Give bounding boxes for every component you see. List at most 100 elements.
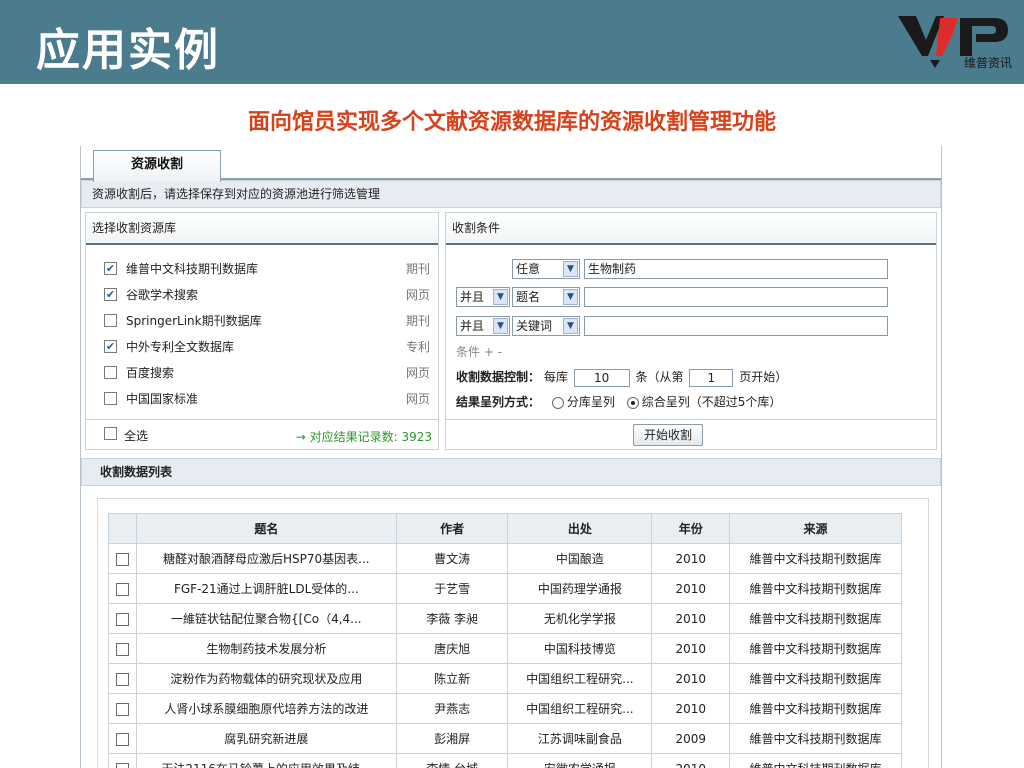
select-all-checkbox[interactable] [104, 427, 117, 440]
database-item[interactable]: 中国国家标准 网页 [104, 389, 430, 409]
add-remove-condition[interactable]: 条件 + - [456, 343, 502, 360]
database-checkbox[interactable]: ✔ [104, 262, 117, 275]
harvest-list-bar: 收割数据列表 [81, 458, 941, 486]
condition-input[interactable] [584, 287, 888, 307]
row-checkbox[interactable] [115, 582, 129, 596]
table-row[interactable]: 天法2116在马铃薯上的应用效果及结... 李情 台城 安徽农学通报 2010 … [108, 753, 902, 768]
select-all[interactable]: 全选 [104, 427, 184, 443]
table-row[interactable]: FGF-21通过上调肝脏LDL受体的... 于艺雪 中国药理学通报 2010 維… [108, 573, 902, 604]
condition-input[interactable]: 生物制药 [584, 259, 888, 279]
header-year[interactable]: 年份 [651, 513, 731, 544]
row-checkbox[interactable] [115, 732, 129, 746]
database-panel-title: 选择收割资源库 [86, 213, 438, 245]
database-item[interactable]: ✔ 中外专利全文数据库 专利 [104, 337, 430, 357]
cell-origin: 維普中文科技期刊数据库 [729, 633, 902, 664]
database-item[interactable]: 百度搜索 网页 [104, 363, 430, 383]
logic-select[interactable]: 并且 ▼ [456, 287, 510, 307]
database-type: 网页 [405, 366, 430, 380]
table-row[interactable]: 人肾小球系膜细胞原代培养方法的改进 尹燕志 中国组织工程研究... 2010 維… [108, 693, 902, 724]
separate-display-radio[interactable] [551, 396, 564, 409]
field-select[interactable]: 任意 ▼ [512, 259, 580, 279]
select-all-label: 全选 [124, 429, 149, 443]
field-select-value: 关键词 [516, 319, 553, 333]
table-row[interactable]: 生物制药技术发展分析 唐庆旭 中国科技博览 2010 維普中文科技期刊数据库 [108, 633, 902, 664]
cell-author: 于艺雪 [395, 573, 509, 604]
database-item[interactable]: ✔ 谷歌学术搜索 网页 [104, 285, 430, 305]
header-checkbox-column [108, 513, 137, 544]
cell-journal: 无机化学学报 [507, 603, 653, 634]
start-page-suffix: 页开始） [739, 370, 788, 384]
row-checkbox[interactable] [115, 642, 129, 656]
cell-author: 彭湘屏 [395, 723, 509, 754]
cell-origin: 維普中文科技期刊数据库 [729, 753, 902, 768]
start-harvest-button[interactable]: 开始收割 [633, 424, 703, 446]
database-name: 中国国家标准 [126, 392, 199, 406]
database-checkbox[interactable] [104, 392, 117, 405]
logic-select[interactable]: 并且 ▼ [456, 316, 510, 336]
table-row[interactable]: 淀粉作为药物载体的研究现状及应用 陈立新 中国组织工程研究... 2010 維普… [108, 663, 902, 694]
cell-title[interactable]: FGF-21通过上调肝脏LDL受体的... [135, 573, 397, 604]
cell-journal: 中国酿造 [507, 543, 653, 574]
chevron-down-icon: ▼ [493, 289, 508, 305]
cell-author: 唐庆旭 [395, 633, 509, 664]
condition-input[interactable] [584, 316, 888, 336]
cell-title[interactable]: 生物制药技术发展分析 [135, 633, 397, 664]
database-item[interactable]: ✔ 维普中文科技期刊数据库 期刊 [104, 259, 430, 279]
row-checkbox[interactable] [115, 672, 129, 686]
cell-author: 李薇 李昶 [395, 603, 509, 634]
chevron-down-icon: ▼ [493, 318, 508, 334]
cell-journal: 中国组织工程研究... [507, 663, 653, 694]
header-author[interactable]: 作者 [395, 513, 509, 544]
database-checkbox[interactable]: ✔ [104, 340, 117, 353]
database-item[interactable]: SpringerLink期刊数据库 期刊 [104, 311, 430, 331]
database-checkbox[interactable]: ✔ [104, 288, 117, 301]
cell-origin: 維普中文科技期刊数据库 [729, 603, 902, 634]
row-checkbox[interactable] [115, 762, 129, 768]
cell-title[interactable]: 人肾小球系膜细胞原代培养方法的改进 [135, 693, 397, 724]
table-row[interactable]: 一維链状钴配位聚合物{[Co（4,4... 李薇 李昶 无机化学学报 2010 … [108, 603, 902, 634]
cell-title[interactable]: 糖醛对酿酒酵母应激后HSP70基因表... [135, 543, 397, 574]
cell-author: 曹文涛 [395, 543, 509, 574]
cell-title[interactable]: 腐乳研究新进展 [135, 723, 397, 754]
row-checkbox[interactable] [115, 612, 129, 626]
row-checkbox[interactable] [115, 702, 129, 716]
header-source-journal[interactable]: 出处 [507, 513, 653, 544]
database-name: 中外专利全文数据库 [126, 340, 235, 354]
cell-title[interactable]: 天法2116在马铃薯上的应用效果及结... [135, 753, 397, 768]
condition-row: 任意 ▼ 生物制药 [446, 259, 936, 279]
display-mode-row: 结果呈列方式： 分库呈列 综合呈列（不超过5个库） [456, 393, 781, 410]
per-db-mid: 条（从第 [635, 370, 684, 384]
row-checkbox[interactable] [115, 552, 129, 566]
table-row[interactable]: 糖醛对酿酒酵母应激后HSP70基因表... 曹文涛 中国酿造 2010 維普中文… [108, 543, 902, 574]
cell-year: 2010 [651, 603, 731, 634]
cell-author: 尹燕志 [395, 693, 509, 724]
per-db-input[interactable]: 10 [573, 368, 630, 387]
combined-display-radio[interactable] [626, 396, 639, 409]
header-title[interactable]: 题名 [135, 513, 397, 544]
cell-year: 2010 [651, 543, 731, 574]
cell-origin: 維普中文科技期刊数据库 [729, 663, 902, 694]
cell-title[interactable]: 一維链状钴配位聚合物{[Co（4,4... [135, 603, 397, 634]
table-row[interactable]: 腐乳研究新进展 彭湘屏 江苏调味副食品 2009 維普中文科技期刊数据库 [108, 723, 902, 754]
cell-journal: 中国科技博览 [507, 633, 653, 664]
results-table: 题名 作者 出处 年份 来源 糖醛对酿酒酵母应激后HSP70基因表... 曹文涛… [108, 513, 902, 768]
start-harvest-zone: 开始收割 [446, 419, 936, 449]
logic-select-value: 并且 [460, 319, 485, 333]
cell-year: 2010 [651, 753, 731, 768]
logic-select-value: 并且 [460, 290, 485, 304]
database-panel-footer: 全选 → 对应结果记录数: 3923 [86, 419, 438, 449]
start-page-input[interactable]: 1 [689, 368, 734, 387]
database-checkbox[interactable] [104, 314, 117, 327]
header-origin[interactable]: 来源 [729, 513, 902, 544]
cell-title[interactable]: 淀粉作为药物载体的研究现状及应用 [135, 663, 397, 694]
database-checkbox[interactable] [104, 366, 117, 379]
harvest-results: 题名 作者 出处 年份 来源 糖醛对酿酒酵母应激后HSP70基因表... 曹文涛… [97, 498, 929, 768]
tab-strip: 资源收割 [81, 146, 941, 182]
cell-year: 2010 [651, 693, 731, 724]
tab-resource-harvest[interactable]: 资源收割 [93, 150, 221, 182]
field-select[interactable]: 题名 ▼ [512, 287, 580, 307]
logo-text: 维普资讯 [963, 56, 1012, 70]
field-select[interactable]: 关键词 ▼ [512, 316, 580, 336]
harvest-control-row: 收割数据控制： 每库 10 条（从第 1 页开始） [456, 368, 787, 387]
field-select-value: 题名 [516, 290, 541, 304]
